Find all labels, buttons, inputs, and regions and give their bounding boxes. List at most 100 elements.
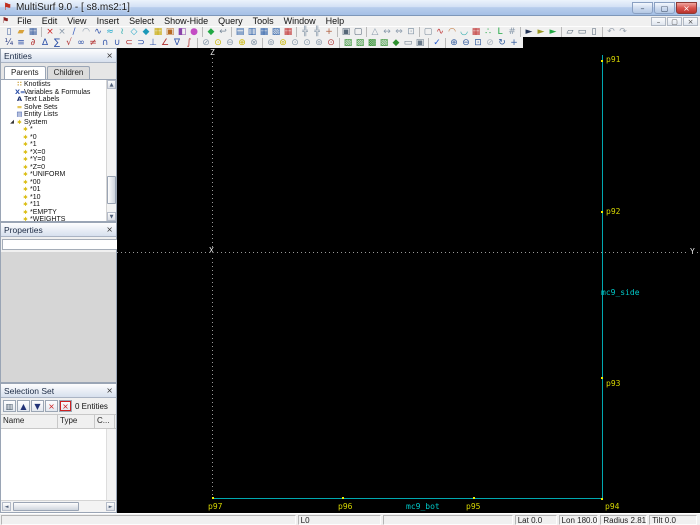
highlight-curves-icon[interactable]: ∿ xyxy=(434,27,446,37)
point-p93-label[interactable]: p93 xyxy=(606,380,620,388)
show-all-icon[interactable]: ⊕ xyxy=(236,38,248,48)
point-p96-label[interactable]: p96 xyxy=(338,503,352,511)
highlight-frame-icon[interactable]: L xyxy=(494,27,506,37)
point-p91-marker[interactable] xyxy=(601,60,603,62)
tree-item-00[interactable]: ∗ *00 xyxy=(1,178,106,187)
show-curves-icon[interactable]: ⊙ xyxy=(301,38,313,48)
point-p97-label[interactable]: p97 xyxy=(208,503,222,511)
column-header-name[interactable]: Name xyxy=(1,415,58,428)
save-icon[interactable]: ▦ xyxy=(27,27,39,37)
edit-tool-6-icon[interactable]: ∞ xyxy=(75,38,87,48)
insert-bead-icon[interactable]: × xyxy=(56,27,68,37)
invert-visibility-icon[interactable]: ⊗ xyxy=(248,38,260,48)
windows-cascade-icon[interactable]: ▱ xyxy=(564,27,576,37)
view-cube-front-icon[interactable]: ▨ xyxy=(354,38,366,48)
scroll-thumb[interactable] xyxy=(107,176,116,204)
new-file-icon[interactable]: ▯ xyxy=(3,27,15,37)
menu-window[interactable]: Window xyxy=(279,16,321,26)
model-viewport[interactable]: Z X Yp91 p92 p93 p94 p95 p96 p97 mc9_side mc9_bot xyxy=(117,48,700,513)
insert-solid-icon[interactable]: ▣ xyxy=(164,27,176,37)
edit-tool-5-icon[interactable]: √ xyxy=(63,38,75,48)
point-p92-marker[interactable] xyxy=(601,211,603,213)
point-p94-marker[interactable] xyxy=(601,498,603,500)
highlight-points-icon[interactable]: ∴ xyxy=(482,27,494,37)
copy-bitmap-icon[interactable]: ▢ xyxy=(352,27,364,37)
pan-view-icon[interactable]: + xyxy=(508,38,520,48)
edit-tool-4-icon[interactable]: ∑ xyxy=(51,38,63,48)
column-header-c[interactable]: C... xyxy=(95,415,115,428)
tree-item-1[interactable]: ∗ *1 xyxy=(1,140,106,149)
menu-help[interactable]: Help xyxy=(321,16,350,26)
show-labels-toggle-icon[interactable]: ⊙ xyxy=(325,38,337,48)
window-plan-icon[interactable]: ▦ xyxy=(258,27,270,37)
stretch-horizontal-icon[interactable]: ↔ xyxy=(381,27,393,37)
clear-selection-icon[interactable]: × xyxy=(59,400,72,412)
tree-item-item[interactable]: ∗ * xyxy=(1,125,106,134)
close-button[interactable]: × xyxy=(676,1,697,14)
tab-parents[interactable]: Parents xyxy=(4,66,46,79)
curve-mc9-side-line[interactable] xyxy=(602,55,603,500)
selection-list[interactable] xyxy=(1,429,116,500)
menu-query[interactable]: Query xyxy=(213,16,248,26)
zoom-in-icon[interactable]: ⊕ xyxy=(448,38,460,48)
edit-tool-9-icon[interactable]: ∪ xyxy=(111,38,123,48)
doc-restore-button[interactable]: ▢ xyxy=(667,16,682,26)
curve-mc9-bot-label[interactable]: mc9_bot xyxy=(406,503,440,511)
zoom-out-icon[interactable]: ⊖ xyxy=(460,38,472,48)
show-selected-icon[interactable]: ⊙ xyxy=(212,38,224,48)
menu-insert[interactable]: Insert xyxy=(92,16,125,26)
selection-columns-icon[interactable]: ▥ xyxy=(3,400,16,412)
view-cube-top-icon[interactable]: ▧ xyxy=(378,38,390,48)
scroll-thumb[interactable] xyxy=(13,502,79,511)
hide-all-icon[interactable]: ⊖ xyxy=(224,38,236,48)
point-p92-label[interactable]: p92 xyxy=(606,208,620,216)
insert-knotlist-icon[interactable]: ▦ xyxy=(152,27,164,37)
window-profile-icon[interactable]: ▥ xyxy=(246,27,258,37)
window-body-icon[interactable]: ▧ xyxy=(270,27,282,37)
edit-tool-8-icon[interactable]: ∩ xyxy=(99,38,111,48)
edit-tool-10-icon[interactable]: ⊂ xyxy=(123,38,135,48)
scroll-up-icon[interactable]: ▲ xyxy=(107,80,116,89)
insert-ball-icon[interactable]: ● xyxy=(188,27,200,37)
edit-tool-7-icon[interactable]: ≠ xyxy=(87,38,99,48)
window-wireframe-icon[interactable]: ▤ xyxy=(234,27,246,37)
tree-item-10[interactable]: ∗ *10 xyxy=(1,193,106,202)
scale-fit-icon[interactable]: ⊡ xyxy=(405,27,417,37)
insert-arc-icon[interactable]: ◠ xyxy=(80,27,92,37)
menu-tools[interactable]: Tools xyxy=(248,16,279,26)
view-cube-home-icon[interactable]: ◆ xyxy=(390,38,402,48)
menu-file[interactable]: File xyxy=(12,16,37,26)
undo-icon[interactable]: ↶ xyxy=(605,27,617,37)
scroll-left-icon[interactable]: ◄ xyxy=(2,502,11,511)
point-p94-label[interactable]: p94 xyxy=(605,503,619,511)
scroll-down-icon[interactable]: ▼ xyxy=(107,212,116,221)
doc-close-button[interactable]: × xyxy=(683,16,698,26)
menu-view[interactable]: View xyxy=(62,16,91,26)
tree-item-11[interactable]: ∗ *11 xyxy=(1,200,106,209)
selection-hscrollbar[interactable]: ◄ ► xyxy=(1,500,116,512)
entity-wizard-icon[interactable]: ◆ xyxy=(205,27,217,37)
edit-tool-15-icon[interactable]: ∫ xyxy=(183,38,195,48)
measure-icon[interactable]: ✓ xyxy=(431,38,443,48)
insert-point-icon[interactable]: × xyxy=(44,27,56,37)
display-grid-icon[interactable]: ╬ xyxy=(299,27,311,37)
tree-item-system[interactable]: ◢ ∗ System xyxy=(1,118,106,127)
minimize-button[interactable]: – xyxy=(632,1,653,14)
windows-tile-horizontal-icon[interactable]: ▭ xyxy=(576,27,588,37)
restore-button[interactable]: ▢ xyxy=(654,1,675,14)
insert-ccurve-icon[interactable]: ≈ xyxy=(104,27,116,37)
highlight-grid-icon[interactable]: ▦ xyxy=(470,27,482,37)
select-mode-icon[interactable]: ► xyxy=(523,27,535,37)
divide-quarter-icon[interactable]: ¼ xyxy=(3,38,15,48)
insert-surface-icon[interactable]: ◇ xyxy=(128,27,140,37)
show-points-icon[interactable]: ⊙ xyxy=(289,38,301,48)
rotate-view-icon[interactable]: ↻ xyxy=(496,38,508,48)
highlight-arcs-icon[interactable]: ◠ xyxy=(446,27,458,37)
tree-item-y-0[interactable]: ∗ *Y=0 xyxy=(1,155,106,164)
scroll-right-icon[interactable]: ► xyxy=(106,502,115,511)
tree-item-uniform[interactable]: ∗ *UNIFORM xyxy=(1,170,106,179)
display-rulers-icon[interactable]: ╬ xyxy=(311,27,323,37)
tree-item-01[interactable]: ∗ *01 xyxy=(1,185,106,194)
selection-vscrollbar[interactable] xyxy=(106,429,116,500)
stretch-reset-icon[interactable]: ⇔ xyxy=(393,27,405,37)
